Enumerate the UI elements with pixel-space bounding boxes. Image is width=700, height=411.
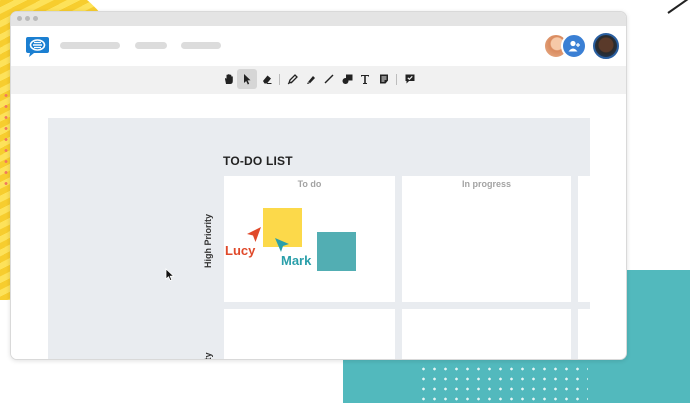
background-dots-decoration: [2, 90, 10, 190]
board-title: TO-DO LIST: [223, 154, 293, 168]
browser-window: TO-DO LIST To do In progress High Priori…: [10, 11, 627, 360]
background-teal-dots: [418, 364, 588, 411]
row-label-high-priority: High Priority: [203, 213, 213, 268]
window-dot: [33, 16, 38, 21]
board-cell-low-next[interactable]: [578, 309, 590, 359]
kanban-board[interactable]: TO-DO LIST To do In progress High Priori…: [48, 118, 590, 359]
toolbar-divider: [279, 74, 280, 85]
app-header: [11, 26, 626, 66]
board-cell-low-todo[interactable]: [224, 309, 395, 359]
mouse-pointer-icon: [165, 268, 175, 282]
text-tool-icon[interactable]: [355, 69, 375, 89]
column-header-todo: To do: [297, 179, 322, 189]
nav-placeholder[interactable]: [181, 42, 221, 49]
background-line-decoration: [667, 0, 694, 14]
window-dot: [25, 16, 30, 21]
nav-placeholder[interactable]: [135, 42, 167, 49]
highlighter-tool-icon[interactable]: [301, 69, 321, 89]
toolbar-divider: [396, 74, 397, 85]
share-users-button[interactable]: [561, 33, 587, 59]
whiteboard-canvas[interactable]: TO-DO LIST To do In progress High Priori…: [11, 94, 626, 359]
sticky-note-tool-icon[interactable]: [374, 69, 394, 89]
sticky-note-teal[interactable]: [317, 232, 356, 271]
row-label-priority: riority: [203, 352, 213, 359]
collaborator-label-mark: Mark: [281, 253, 312, 268]
comment-tool-icon[interactable]: [400, 69, 420, 89]
pen-tool-icon[interactable]: [283, 69, 303, 89]
eraser-tool-icon[interactable]: [257, 69, 277, 89]
board-cell-low-in-progress[interactable]: [402, 309, 571, 359]
nav-placeholder[interactable]: [60, 42, 120, 49]
collaborator-label-lucy: Lucy: [225, 243, 256, 258]
app-logo-icon[interactable]: [25, 35, 50, 58]
lucy-cursor-icon: [247, 227, 261, 242]
board-cell-high-in-progress[interactable]: In progress: [402, 176, 571, 302]
window-dot: [17, 16, 22, 21]
hand-tool-icon[interactable]: [219, 69, 239, 89]
column-header-in-progress: In progress: [461, 179, 511, 189]
user-avatar[interactable]: [593, 33, 619, 59]
select-tool-icon[interactable]: [237, 69, 257, 89]
drawing-toolbar: [11, 66, 626, 94]
line-tool-icon[interactable]: [319, 69, 339, 89]
users-icon: [568, 40, 580, 52]
window-titlebar: [11, 12, 626, 26]
shapes-tool-icon[interactable]: [337, 69, 357, 89]
board-cell-high-next[interactable]: [578, 176, 590, 302]
